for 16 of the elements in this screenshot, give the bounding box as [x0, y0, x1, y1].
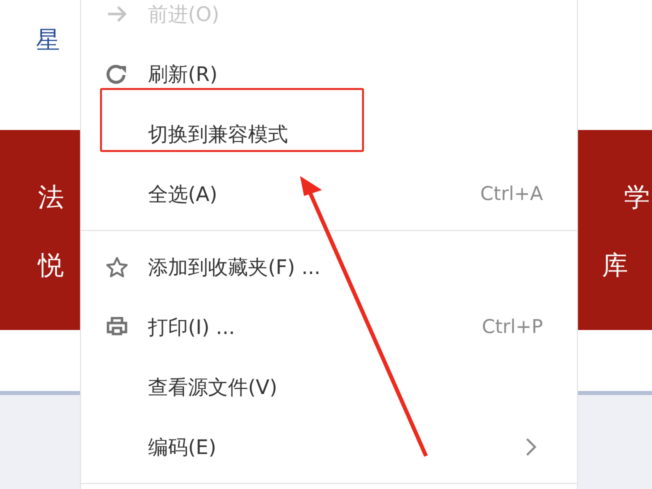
refresh-icon [104, 63, 128, 85]
banner-link[interactable]: 悦 [38, 250, 80, 282]
menu-item[interactable]: 刷新(R) [81, 44, 577, 104]
menu-item[interactable]: 添加到收藏夹(F) ... [81, 237, 577, 297]
menu-item[interactable]: 打印(I) ... Ctrl+P [81, 297, 577, 357]
menu-item[interactable]: 编码(E) [81, 417, 577, 477]
menu-item[interactable]: 切换到兼容模式 [81, 104, 577, 164]
menu-item[interactable]: 全选(A) Ctrl+A [81, 164, 577, 224]
menu-item[interactable]: 查看源文件(V) [81, 357, 577, 417]
printer-icon [106, 317, 128, 337]
nav-link[interactable]: 星 [36, 22, 60, 58]
banner-link[interactable]: 库 [602, 250, 628, 282]
arrow-right-icon [106, 4, 128, 24]
star-icon [104, 256, 128, 278]
banner-link[interactable]: 学 [624, 182, 650, 214]
banner-link[interactable]: 法 [38, 182, 80, 214]
